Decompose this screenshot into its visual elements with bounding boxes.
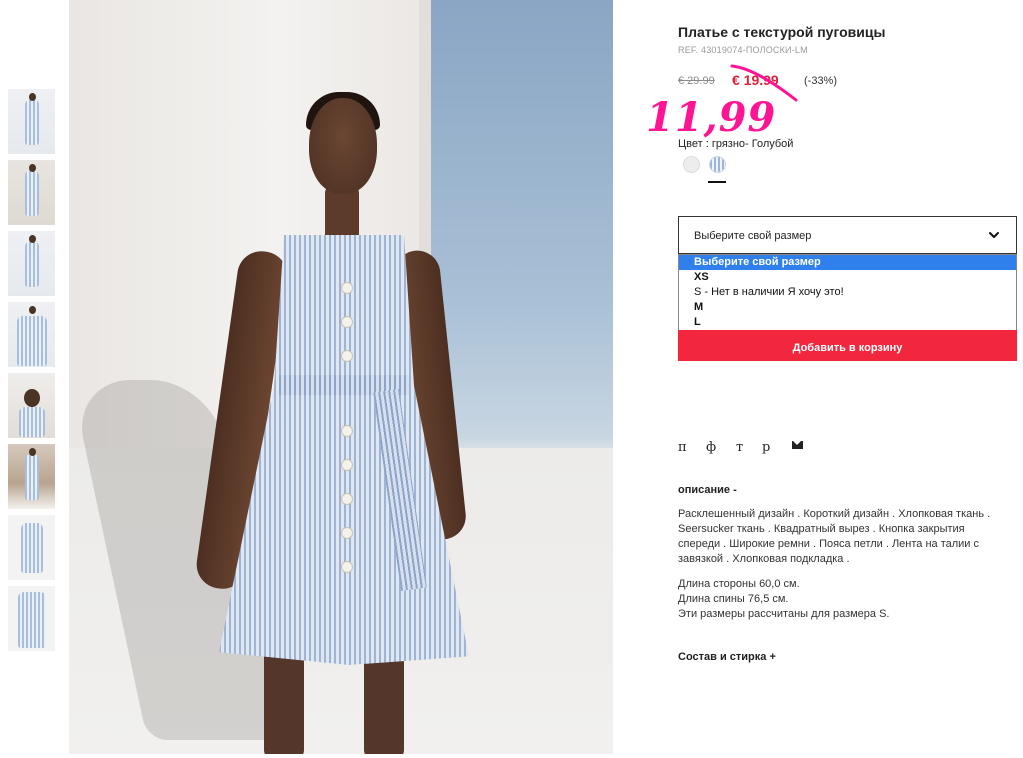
size-option-m[interactable]: M	[679, 300, 1016, 315]
product-title: Платье с текстурой пуговицы	[678, 24, 886, 40]
chevron-down-icon	[989, 232, 999, 238]
old-price: € 29.99	[678, 75, 715, 87]
handwritten-price: 11,99	[646, 94, 777, 141]
main-product-photo[interactable]	[69, 0, 613, 754]
share-twitter[interactable]: т	[736, 440, 743, 455]
add-to-cart-button[interactable]: Добавить в корзину	[678, 330, 1017, 361]
share-facebook[interactable]: ф	[706, 440, 716, 455]
selected-swatch-indicator	[708, 181, 726, 183]
description-text: Расклешенный дизайн . Короткий дизайн . …	[678, 508, 991, 565]
care-heading[interactable]: Состав и стирка +	[678, 651, 776, 663]
measurements: Длина стороны 60,0 см. Длина спины 76,5 …	[678, 577, 1008, 622]
size-option-s[interactable]: S - Нет в наличии Я хочу это!	[679, 285, 1016, 300]
size-option-xs[interactable]: XS	[679, 270, 1016, 285]
size-dropdown: Выберите свой размер XS S - Нет в наличи…	[678, 254, 1017, 331]
size-select-value: Выберите свой размер	[694, 230, 812, 242]
measure-side-length: Длина стороны 60,0 см.	[678, 578, 800, 590]
thumbnail-list	[8, 89, 55, 657]
description-heading[interactable]: описание -	[678, 484, 737, 496]
product-ref: REF. 43019074-ПОЛОСКИ-LM	[678, 45, 808, 55]
model-head	[309, 98, 377, 194]
thumbnail-6[interactable]	[8, 444, 55, 509]
share-reddit[interactable]: р	[762, 440, 770, 455]
size-select[interactable]: Выберите свой размер	[678, 216, 1017, 254]
color-label: Цвет : грязно- Голубой	[678, 138, 794, 150]
thumbnail-5[interactable]	[8, 373, 55, 438]
color-swatch-blue-stripe[interactable]	[709, 156, 726, 173]
thumbnail-1[interactable]	[8, 89, 55, 154]
thumbnail-3[interactable]	[8, 231, 55, 296]
thumbnail-4[interactable]	[8, 302, 55, 367]
discount-badge: (-33%)	[804, 75, 838, 87]
thumbnail-8[interactable]	[8, 586, 55, 651]
add-to-cart-label: Добавить в корзину	[792, 342, 903, 354]
size-option[interactable]: Выберите свой размер	[679, 255, 1016, 270]
color-swatch-grey[interactable]	[683, 156, 700, 173]
size-option-l[interactable]: L	[679, 315, 1016, 330]
measure-note: Эти размеры рассчитаны для размера S.	[678, 608, 890, 620]
measure-back-length: Длина спины 76,5 см.	[678, 593, 789, 605]
thumbnail-2[interactable]	[8, 160, 55, 225]
thumbnail-7[interactable]	[8, 515, 55, 580]
share-pinterest[interactable]: п	[678, 440, 687, 455]
mail-icon[interactable]	[792, 441, 803, 449]
